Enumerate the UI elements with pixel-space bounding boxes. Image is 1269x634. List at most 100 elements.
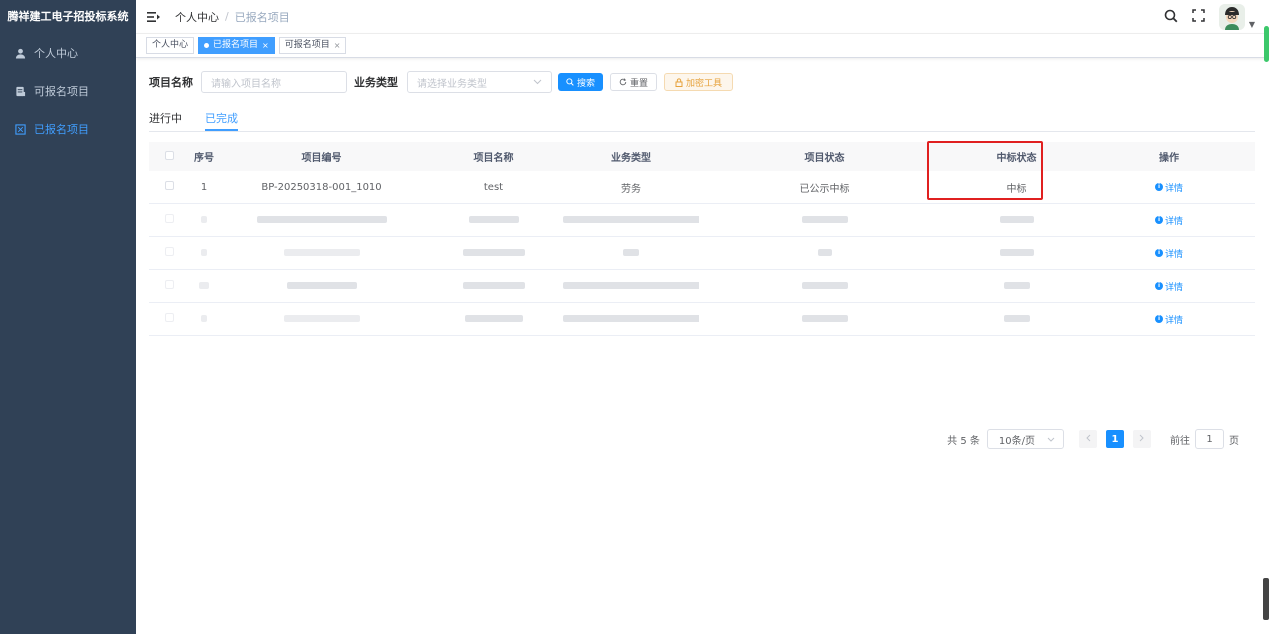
chevron-left-icon: [1085, 434, 1091, 445]
navbar-right: ▼: [1164, 0, 1255, 34]
select-all-cell: [149, 150, 189, 163]
row-checkbox[interactable]: [164, 214, 174, 223]
encryption-tool-button[interactable]: 加密工具: [664, 73, 734, 91]
navbar: 个人中心 / 已报名项目 ▼: [136, 0, 1269, 34]
row-checkbox[interactable]: [164, 181, 174, 190]
action-cell: i 详情: [1083, 279, 1255, 293]
page-size-value: 10条/页: [998, 435, 1035, 447]
table-row: i 详情: [149, 303, 1255, 336]
tag-profile[interactable]: 个人中心: [146, 37, 195, 54]
search-button[interactable]: 搜索: [558, 73, 604, 91]
project-name-input[interactable]: 请输入项目名称: [201, 71, 347, 93]
business-type-select[interactable]: 请选择业务类型: [407, 71, 552, 93]
redacted-cell: [424, 248, 563, 259]
active-dot-icon: [204, 43, 210, 48]
info-icon: i: [1154, 249, 1163, 258]
project-code: BP-20250318-001_1010: [261, 181, 382, 193]
reset-button-label: 重置: [630, 78, 649, 89]
row-select-cell: [149, 247, 189, 259]
redacted-cell: [563, 281, 699, 292]
goto-page-input[interactable]: 1: [1195, 429, 1224, 449]
caret-down-icon[interactable]: ▼: [1249, 20, 1255, 29]
redacted-cell: [699, 314, 950, 325]
document-icon: [13, 84, 27, 98]
row-select-cell: [149, 313, 189, 325]
hamburger-icon[interactable]: [147, 10, 161, 24]
redacted-cell: [699, 215, 950, 226]
select-all-checkbox[interactable]: [164, 150, 174, 160]
chevron-right-icon: [1139, 434, 1145, 445]
prev-page-button[interactable]: [1079, 430, 1097, 448]
avatar[interactable]: [1218, 4, 1245, 30]
breadcrumb-current: 已报名项目: [234, 10, 290, 24]
project-name-placeholder: 请输入项目名称: [211, 78, 281, 90]
redacted-cell: [424, 314, 563, 325]
column-header: 序号: [194, 153, 214, 164]
fullscreen-icon[interactable]: [1192, 9, 1205, 25]
breadcrumb-home[interactable]: 个人中心: [175, 9, 219, 25]
tag-label: 已报名项目: [213, 40, 259, 50]
close-icon[interactable]: ×: [262, 38, 269, 53]
redacted-cell: [219, 215, 424, 226]
redacted-cell: [219, 314, 424, 325]
redacted-cell: [219, 248, 424, 259]
table-row: i 详情: [149, 237, 1255, 270]
tab-completed[interactable]: 已完成: [205, 110, 238, 131]
page-number-1[interactable]: 1: [1106, 430, 1124, 448]
detail-link[interactable]: i 详情: [1154, 247, 1183, 260]
detail-link[interactable]: i 详情: [1154, 214, 1183, 227]
row-checkbox[interactable]: [164, 247, 174, 256]
detail-link[interactable]: i 详情: [1154, 280, 1183, 293]
redacted-cell: [189, 281, 219, 292]
scrollbar-indicator[interactable]: [1264, 26, 1269, 62]
row-checkbox[interactable]: [164, 280, 174, 289]
side-widget-handle[interactable]: [1263, 578, 1269, 620]
tag-registered-projects[interactable]: 已报名项目 ×: [198, 37, 275, 54]
tag-label: 个人中心: [152, 40, 189, 50]
sidebar-item-registered-projects[interactable]: 已报名项目: [0, 110, 136, 148]
redacted-cell: [189, 248, 219, 259]
info-icon: i: [1154, 315, 1163, 324]
encryption-tool-label: 加密工具: [686, 78, 723, 89]
app-root: 腾祥建工电子招投标系统 个人中心 可报名项目 已报名项目 个人中心 / 已报名项…: [0, 0, 1269, 634]
pagination-total: 共 5 条: [947, 435, 980, 447]
breadcrumb-separator: /: [225, 10, 229, 23]
detail-link[interactable]: i 详情: [1154, 313, 1183, 326]
redacted-cell: [563, 248, 699, 259]
detail-link[interactable]: i 详情: [1154, 181, 1183, 194]
reset-button[interactable]: 重置: [610, 73, 658, 91]
detail-label: 详情: [1164, 183, 1183, 194]
close-icon[interactable]: ×: [334, 38, 341, 53]
search-button-label: 搜索: [577, 78, 596, 89]
column-header: 操作: [1159, 153, 1179, 164]
row-checkbox[interactable]: [164, 313, 174, 322]
highlight-box: [927, 141, 1043, 200]
pagination: 共 5 条 10条/页 1 前往 1 页: [947, 429, 1239, 449]
column-header: 项目名称: [473, 153, 514, 164]
row-select-cell: [149, 181, 189, 193]
app-title: 腾祥建工电子招投标系统: [7, 10, 129, 23]
redacted-cell: [950, 248, 1083, 259]
next-page-button[interactable]: [1133, 430, 1151, 448]
sidebar-item-profile[interactable]: 个人中心: [0, 34, 136, 72]
tags-view: 个人中心 已报名项目 × 可报名项目 ×: [136, 34, 1269, 58]
tag-available-projects[interactable]: 可报名项目 ×: [278, 37, 347, 54]
sidebar-item-available-projects[interactable]: 可报名项目: [0, 72, 136, 110]
search-icon[interactable]: [1164, 9, 1178, 26]
tab-in-progress[interactable]: 进行中: [149, 110, 182, 131]
business-type-label: 业务类型: [354, 76, 398, 89]
detail-label: 详情: [1164, 282, 1183, 293]
column-header: 项目编号: [301, 153, 342, 164]
detail-label: 详情: [1164, 249, 1183, 260]
page-size-select[interactable]: 10条/页: [986, 429, 1064, 449]
tag-label: 可报名项目: [284, 40, 330, 50]
redacted-cell: [424, 281, 563, 292]
table-row: i 详情: [149, 270, 1255, 303]
redacted-cell: [950, 215, 1083, 226]
refresh-icon: [619, 78, 627, 86]
row-select-cell: [149, 214, 189, 226]
search-form: 项目名称 请输入项目名称 业务类型 请选择业务类型 搜索 重置 加密工具: [149, 71, 734, 93]
detail-label: 详情: [1164, 216, 1183, 227]
info-icon: i: [1154, 216, 1163, 225]
redacted-cell: [563, 215, 699, 226]
